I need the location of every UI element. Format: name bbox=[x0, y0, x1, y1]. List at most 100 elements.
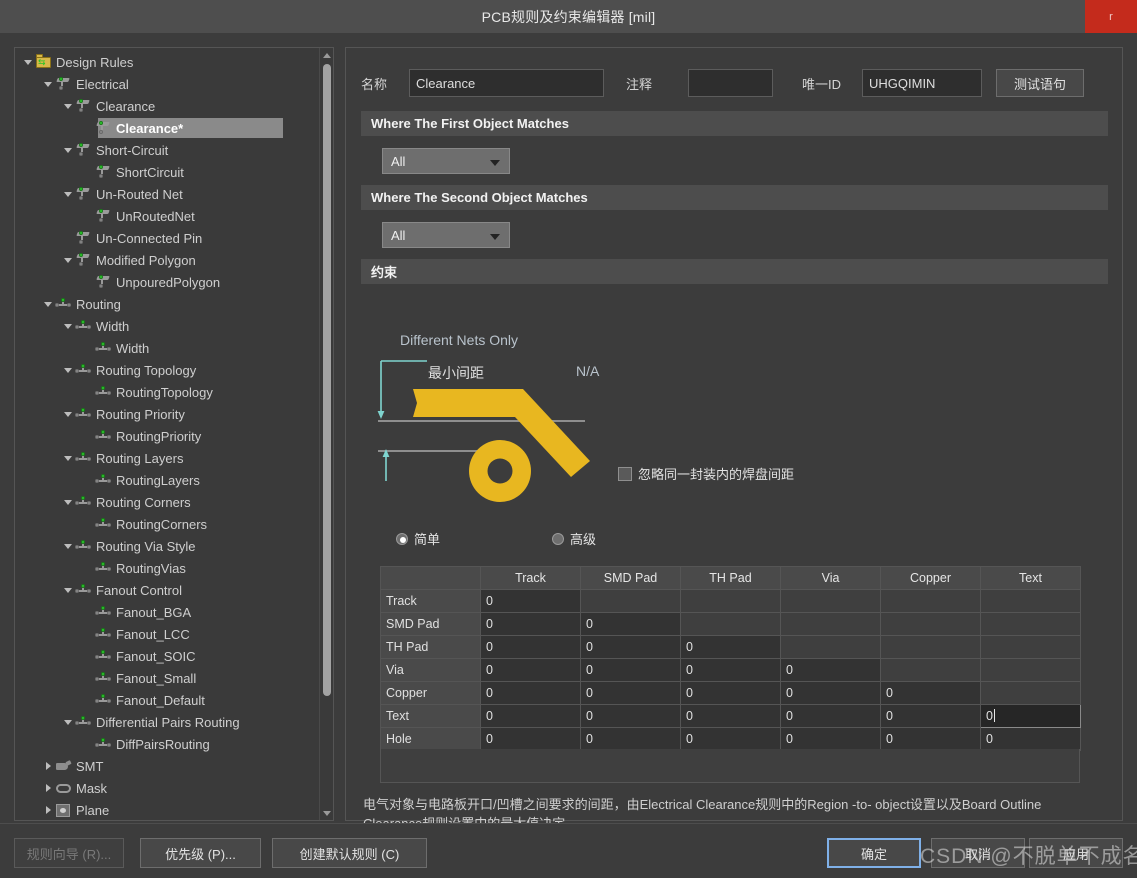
ok-button[interactable]: 确定 bbox=[827, 838, 921, 868]
tree-item-routingvias[interactable]: RoutingVias bbox=[15, 557, 319, 579]
matrix-cell[interactable]: 0 bbox=[780, 681, 881, 705]
matrix-cell[interactable]: 0 bbox=[580, 681, 681, 705]
close-icon[interactable]: r bbox=[1085, 0, 1137, 33]
chevron-down-icon[interactable] bbox=[61, 315, 75, 337]
matrix-cell[interactable]: 0 bbox=[880, 727, 981, 751]
rule-wizard-button[interactable]: 规则向导 (R)... bbox=[14, 838, 124, 868]
tree-item-modified-polygon[interactable]: Modified Polygon bbox=[15, 249, 319, 271]
mode-advanced-radio[interactable] bbox=[552, 532, 564, 545]
matrix-cell[interactable] bbox=[880, 589, 981, 613]
mode-simple-radio[interactable] bbox=[396, 532, 408, 545]
tree-item-routing-topology[interactable]: Routing Topology bbox=[15, 359, 319, 381]
tree-item-routingcorners[interactable]: RoutingCorners bbox=[15, 513, 319, 535]
matrix-cell[interactable]: 0 bbox=[580, 658, 681, 682]
tree-item-routingpriority[interactable]: RoutingPriority bbox=[15, 425, 319, 447]
chevron-right-icon[interactable] bbox=[41, 755, 55, 777]
cancel-button[interactable]: 取消 bbox=[931, 838, 1025, 868]
matrix-cell[interactable] bbox=[980, 612, 1081, 636]
matrix-cell[interactable]: 0 bbox=[680, 658, 781, 682]
tree-item-smt[interactable]: SMT bbox=[15, 755, 319, 777]
ignore-pad-clearance-checkbox[interactable] bbox=[618, 466, 632, 481]
tree-scrollbar[interactable] bbox=[319, 48, 333, 820]
chevron-down-icon[interactable] bbox=[61, 491, 75, 513]
chevron-down-icon[interactable] bbox=[41, 293, 55, 315]
tree-item-shortcircuit[interactable]: ShortCircuit bbox=[15, 161, 319, 183]
tree-item-routing-corners[interactable]: Routing Corners bbox=[15, 491, 319, 513]
chevron-down-icon[interactable] bbox=[61, 579, 75, 601]
matrix-cell[interactable] bbox=[980, 589, 1081, 613]
unique-id-input[interactable] bbox=[862, 69, 982, 97]
matrix-cell[interactable]: 0 bbox=[480, 727, 581, 751]
chevron-right-icon[interactable] bbox=[41, 799, 55, 820]
chevron-down-icon[interactable] bbox=[21, 51, 35, 73]
chevron-down-icon[interactable] bbox=[61, 403, 75, 425]
tree-item-unpouredpolygon[interactable]: UnpouredPolygon bbox=[15, 271, 319, 293]
matrix-cell[interactable] bbox=[980, 635, 1081, 659]
matrix-cell[interactable] bbox=[780, 635, 881, 659]
matrix-cell[interactable] bbox=[880, 658, 981, 682]
second-object-scope-select[interactable]: All bbox=[382, 222, 510, 248]
tree-item-un-connected-pin[interactable]: Un-Connected Pin bbox=[15, 227, 319, 249]
matrix-cell[interactable]: 0 bbox=[480, 704, 581, 728]
tree-item-routing-priority[interactable]: Routing Priority bbox=[15, 403, 319, 425]
tree-item-fanout-soic[interactable]: Fanout_SOIC bbox=[15, 645, 319, 667]
mode-advanced-radio-row[interactable]: 高级 bbox=[552, 529, 596, 548]
matrix-cell[interactable]: 0 bbox=[980, 704, 1081, 728]
tree-item-differential-pairs-routing[interactable]: Differential Pairs Routing bbox=[15, 711, 319, 733]
matrix-cell[interactable]: 0 bbox=[480, 681, 581, 705]
first-object-scope-select[interactable]: All bbox=[382, 148, 510, 174]
matrix-cell[interactable]: 0 bbox=[480, 658, 581, 682]
matrix-cell[interactable] bbox=[780, 589, 881, 613]
matrix-cell[interactable] bbox=[980, 681, 1081, 705]
tree-item-plane[interactable]: Plane bbox=[15, 799, 319, 820]
matrix-cell[interactable]: 0 bbox=[580, 727, 681, 751]
scroll-up-icon[interactable] bbox=[320, 48, 333, 62]
tree-item-diffpairsrouting[interactable]: DiffPairsRouting bbox=[15, 733, 319, 755]
tree-item-routingtopology[interactable]: RoutingTopology bbox=[15, 381, 319, 403]
name-input[interactable] bbox=[409, 69, 604, 97]
matrix-cell[interactable]: 0 bbox=[480, 589, 581, 613]
matrix-cell[interactable]: 0 bbox=[880, 704, 981, 728]
scrollbar-thumb[interactable] bbox=[323, 64, 331, 696]
chevron-down-icon[interactable] bbox=[61, 249, 75, 271]
matrix-cell[interactable]: 0 bbox=[780, 658, 881, 682]
design-rules-tree[interactable]: ⇆ Design Rules Electrical Clearance Clearanc… bbox=[15, 51, 319, 820]
matrix-cell[interactable] bbox=[680, 612, 781, 636]
matrix-cell[interactable]: 0 bbox=[680, 704, 781, 728]
tree-item-routing-via-style[interactable]: Routing Via Style bbox=[15, 535, 319, 557]
create-default-rules-button[interactable]: 创建默认规则 (C) bbox=[272, 838, 427, 868]
matrix-cell[interactable]: 0 bbox=[980, 727, 1081, 751]
tree-item-fanout-bga[interactable]: Fanout_BGA bbox=[15, 601, 319, 623]
priority-button[interactable]: 优先级 (P)... bbox=[140, 838, 261, 868]
matrix-cell[interactable]: 0 bbox=[480, 612, 581, 636]
tree-item-fanout-lcc[interactable]: Fanout_LCC bbox=[15, 623, 319, 645]
tree-item-clearance[interactable]: Clearance* bbox=[15, 117, 319, 139]
tree-item-unroutednet[interactable]: UnRoutedNet bbox=[15, 205, 319, 227]
tree-item-fanout-control[interactable]: Fanout Control bbox=[15, 579, 319, 601]
tree-item-mask[interactable]: Mask bbox=[15, 777, 319, 799]
matrix-cell[interactable]: 0 bbox=[480, 635, 581, 659]
matrix-cell[interactable]: 0 bbox=[580, 612, 681, 636]
tree-item-routinglayers[interactable]: RoutingLayers bbox=[15, 469, 319, 491]
matrix-cell[interactable]: 0 bbox=[680, 727, 781, 751]
tree-item-fanout-default[interactable]: Fanout_Default bbox=[15, 689, 319, 711]
tree-item-width[interactable]: Width bbox=[15, 315, 319, 337]
tree-item-routing-layers[interactable]: Routing Layers bbox=[15, 447, 319, 469]
tree-item-un-routed-net[interactable]: Un-Routed Net bbox=[15, 183, 319, 205]
chevron-down-icon[interactable] bbox=[61, 359, 75, 381]
tree-item-design-rules[interactable]: ⇆ Design Rules bbox=[15, 51, 319, 73]
apply-button[interactable]: 应用 bbox=[1029, 838, 1123, 868]
chevron-down-icon[interactable] bbox=[61, 95, 75, 117]
matrix-cell[interactable] bbox=[680, 589, 781, 613]
matrix-cell[interactable]: 0 bbox=[680, 681, 781, 705]
matrix-cell[interactable]: 0 bbox=[780, 704, 881, 728]
comment-input[interactable] bbox=[688, 69, 773, 97]
chevron-down-icon[interactable] bbox=[61, 447, 75, 469]
matrix-cell[interactable] bbox=[980, 658, 1081, 682]
matrix-cell[interactable] bbox=[880, 635, 981, 659]
chevron-down-icon[interactable] bbox=[61, 711, 75, 733]
tree-item-width[interactable]: Width bbox=[15, 337, 319, 359]
matrix-cell[interactable]: 0 bbox=[580, 635, 681, 659]
mode-simple-radio-row[interactable]: 简单 bbox=[396, 529, 440, 548]
matrix-cell[interactable] bbox=[780, 612, 881, 636]
